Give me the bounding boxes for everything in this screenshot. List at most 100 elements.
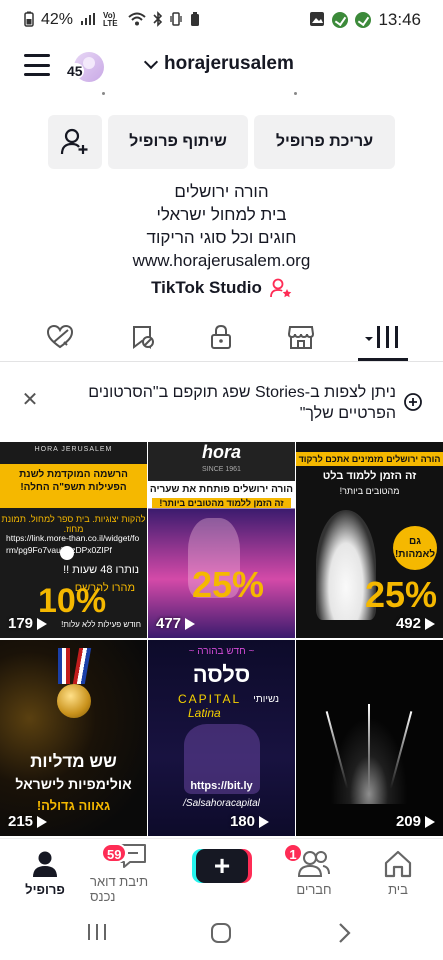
play-icon (185, 617, 196, 630)
play-icon (425, 617, 435, 630)
video-subtitle: אולימפיות לישראל (15, 776, 132, 792)
video-thumbnail-5[interactable]: ~ חדש בהורה ~ סלסה נשיותי CAPITAL Latina… (148, 640, 295, 836)
video-url: https://bit.ly (190, 780, 253, 792)
tab-favorites[interactable] (128, 322, 158, 352)
profile-actions: שיתוף פרופיל עריכת פרופיל (48, 115, 395, 169)
video-link: https://link.more-than.co.il/widget/form… (6, 533, 140, 555)
close-icon[interactable]: ✕ (20, 390, 40, 410)
video-kicker: ~ חדש בהורה ~ (188, 646, 255, 657)
nav-profile[interactable]: פרופיל (10, 839, 80, 907)
video-views: 215 (8, 813, 48, 830)
video-views: 477 (156, 615, 196, 632)
video-thumbnail-4[interactable]: שש מדליות אולימפיות לישראל גאווה גדולה! … (0, 640, 147, 836)
tiktok-studio-link[interactable]: TikTok Studio (0, 278, 443, 298)
video-brand: HORA JERUSALEM (34, 446, 113, 453)
views-count: 215 (8, 813, 34, 830)
battery-saver-icon (189, 11, 201, 29)
nav-home-label: בית (388, 881, 408, 897)
views-count: 477 (156, 615, 182, 632)
video-discount: 25% (364, 574, 437, 615)
nav-friends-label: חברים (296, 881, 332, 897)
edit-profile-button[interactable]: עריכת פרופיל (254, 115, 395, 169)
app-notification-icon-2 (355, 12, 372, 28)
lock-icon (211, 324, 231, 349)
profile-icon (33, 851, 57, 877)
studio-label: TikTok Studio (151, 278, 262, 297)
add-user-icon (60, 128, 88, 155)
nav-home[interactable]: בית (360, 839, 436, 907)
video-views: 179 (8, 615, 48, 632)
video-headline: הורה ירושלים פותחת את שעריה (149, 484, 294, 495)
video-views: 180 (230, 813, 269, 830)
video-subtitle: נשיותי (253, 694, 279, 705)
plus-icon: + (213, 850, 231, 881)
chevron-down-icon (143, 54, 159, 69)
video-views: 209 (396, 813, 435, 830)
nav-profile-label: פרופיל (25, 881, 65, 897)
bio: הורה ירושלים בית למחול ישראלי חוגים וכל … (0, 180, 443, 272)
nav-inbox-label: תיבת דואר נכנס (90, 874, 149, 904)
follower-count: 45 (66, 63, 84, 79)
create-button[interactable]: + (196, 849, 248, 883)
back-icon[interactable] (336, 922, 352, 944)
system-nav-bar (0, 906, 443, 960)
tab-private[interactable] (206, 322, 236, 352)
play-icon (37, 815, 48, 828)
bio-line-3: חוגים וכל סוגי הריקוד (146, 228, 297, 247)
liked-heart-icon (46, 324, 74, 349)
header-divider-dots (0, 92, 443, 100)
home-icon (384, 850, 412, 877)
hand-cursor-icon (60, 546, 74, 560)
video-views: 492 (396, 615, 435, 632)
play-icon (425, 815, 435, 828)
bluetooth-icon (153, 11, 163, 29)
play-icon (37, 617, 48, 630)
video-thumbnail-2[interactable]: hora SINCE 1961 הורה ירושלים פותחת את שע… (148, 442, 295, 638)
bio-line-2: בית למחול ישראלי (156, 205, 287, 224)
tab-shop[interactable] (286, 322, 316, 352)
medal-ribbon (58, 648, 70, 684)
video-thumbnail-1[interactable]: HORA JERUSALEM הרשמה המוקדמת לשנת הפעילו… (0, 442, 147, 638)
latina-text: Latina (188, 706, 221, 720)
gallery-icon (309, 11, 325, 29)
capital-text: CAPITAL (178, 692, 242, 706)
light-beam-2 (368, 704, 370, 790)
views-count: 179 (8, 615, 34, 632)
account-switcher[interactable]: horajerusalem (143, 53, 294, 75)
home-system-icon[interactable] (210, 922, 232, 944)
menu-icon[interactable] (24, 54, 50, 76)
share-profile-button[interactable]: שיתוף פרופיל (108, 115, 248, 169)
bio-link[interactable]: www.horajerusalem.org (0, 249, 443, 272)
video-url-path: /Salsahoracapital (183, 798, 260, 809)
battery-percent: 42% (41, 11, 74, 28)
active-tab-indicator (358, 358, 408, 361)
signal-icon (80, 12, 96, 28)
video-subline: זה הזמן ללמוד מהטובים ביותר! (152, 498, 291, 508)
video-countdown: נותרו 48 שעות !! (63, 564, 139, 576)
video-thumbnail-3[interactable]: הורה ירושלים מזמינים אתכם לרקוד זה הזמן … (296, 442, 443, 638)
vibrate-icon (170, 11, 182, 29)
grid-videos-icon (365, 326, 398, 348)
bio-line-1: הורה ירושלים (174, 182, 269, 201)
tab-videos[interactable] (362, 322, 402, 352)
recent-apps-icon[interactable] (86, 922, 108, 942)
clock: 13:46 (378, 10, 421, 29)
views-count: 492 (395, 615, 421, 632)
video-thumbnail-6[interactable]: 209 (296, 640, 443, 836)
add-friend-button[interactable] (48, 115, 102, 169)
status-bar: 42% Vo) LTE 13:46 (0, 0, 443, 40)
video-headline: הורה ירושלים מזמינים אתכם לרקוד (296, 452, 443, 466)
medal-ribbon-2 (72, 648, 92, 684)
stories-notice: ✕ ניתן לצפות ב-Stories שפג תוקפם ב"הסרטו… (0, 372, 443, 434)
username: horajerusalem (164, 53, 294, 74)
status-right: 13:46 (309, 10, 421, 30)
shop-icon (287, 326, 315, 349)
inbox-badge: 59 (101, 843, 128, 863)
volte-text: Vo) LTE (103, 11, 118, 28)
app-notification-icon (332, 12, 349, 28)
video-tagline: גאווה גדולה! (36, 798, 111, 813)
video-logo: hora (201, 442, 241, 462)
creator-star-icon (270, 278, 292, 298)
tab-liked[interactable] (45, 322, 75, 352)
play-icon (259, 815, 269, 828)
